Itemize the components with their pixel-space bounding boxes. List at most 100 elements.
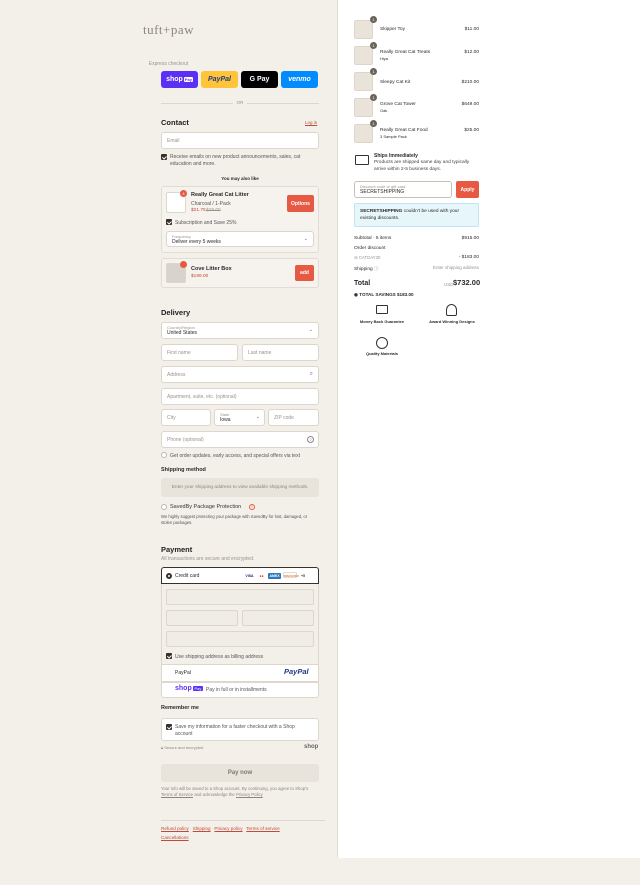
secure-note: 🔒︎ Secure and encrypted [161, 745, 204, 750]
upsell-add-button[interactable]: add [295, 265, 314, 281]
trophy-icon [446, 304, 457, 316]
billing-label: Use shipping address as billing address [175, 653, 264, 660]
store-logo[interactable]: tuft+paw [0, 22, 337, 38]
terms-of-service-link[interactable]: Terms of service [246, 826, 279, 831]
summary-footer-bg [337, 858, 640, 885]
divider-or: OR [236, 100, 244, 105]
paypal-label: PayPal [175, 670, 191, 676]
more-cards-badge: +5 [299, 573, 307, 579]
cart-item-thumb [354, 98, 373, 117]
privacy-link[interactable]: Privacy Policy [236, 792, 263, 797]
zip-field[interactable]: ZIP code [268, 409, 319, 426]
shipping-link[interactable]: Shipping [193, 826, 211, 831]
payment-subtitle: All transactions are secure and encrypte… [161, 556, 255, 562]
upsell-badge: 4 [180, 190, 187, 197]
mastercard-icon: ●● [257, 573, 266, 579]
cart-item-name: Really Great Cat Food [380, 128, 428, 133]
legal-text: Your info will be saved to a Shop accoun… [161, 786, 309, 797]
phone-field[interactable]: Phone (optional) ? [161, 431, 319, 448]
expiry-field[interactable] [166, 610, 238, 626]
email-field[interactable]: Email [161, 132, 319, 149]
qty-badge: 1 [370, 68, 377, 75]
discount-field[interactable]: Discount code or gift card SECRETSHIPPIN… [354, 181, 452, 198]
shop-pay-button[interactable]: shop Pay [161, 71, 198, 88]
billing-checkbox[interactable] [166, 653, 172, 659]
cart-item-price: $11.00 [464, 27, 479, 32]
gpay-button[interactable]: G Pay [241, 71, 278, 88]
truck-icon [355, 155, 369, 165]
search-icon: ⌕ [309, 371, 313, 377]
footer-divider [161, 820, 325, 821]
address-field[interactable]: Address ⌕ [161, 366, 319, 383]
name-on-card-field[interactable] [166, 631, 314, 647]
cart-item-price: $649.00 [461, 102, 479, 107]
paypal-logo: PayPal [284, 667, 309, 676]
upsell-2-price: $199.00 [191, 274, 209, 279]
chevron-down-icon: ⌄ [303, 236, 308, 242]
first-name-field[interactable]: First name [161, 344, 238, 361]
order-discount-label: Order discount [354, 246, 386, 251]
login-link[interactable]: Log in [305, 120, 317, 125]
cart-item-variant: Hiya [380, 56, 389, 61]
cart-item-name: Skipper Toy [380, 27, 405, 32]
upsell-title: You may also like [221, 176, 259, 181]
venmo-button[interactable]: venmo [281, 71, 318, 88]
shipping-method-notice: Enter your shipping address to view avai… [161, 478, 319, 497]
sms-checkbox[interactable] [161, 452, 167, 458]
paypal-button[interactable]: PayPal [201, 71, 238, 88]
remember-title: Remember me [161, 705, 199, 711]
apartment-field[interactable]: Apartment, suite, etc. (optional) [161, 388, 319, 405]
pay-now-button[interactable]: Pay now [161, 764, 319, 782]
lock-icon: 🔒︎ [161, 745, 164, 750]
refund-policy-link[interactable]: Refund policy [161, 826, 189, 831]
apply-button[interactable]: Apply [456, 181, 479, 198]
shipping-method-title: Shipping method [161, 467, 206, 473]
tag-icon: ⊘ [354, 255, 358, 260]
visa-icon: VISA [245, 574, 254, 578]
tag-icon: ◉ [354, 292, 359, 297]
credit-card-radio[interactable] [166, 573, 172, 579]
subtotal-value: $915.00 [461, 236, 479, 241]
frequency-select[interactable]: Frequency Deliver every 5 weeks ⌄ [166, 231, 314, 247]
cart-item-variant: Oak [380, 108, 388, 113]
shop-logo: shop [304, 744, 319, 750]
chevron-down-icon: ⌄ [255, 414, 260, 420]
state-select[interactable]: State Iowa ⌄ [214, 409, 265, 426]
last-name-field[interactable]: Last name [242, 344, 319, 361]
upsell-2-badge-icon [180, 261, 187, 268]
savedby-checkbox[interactable] [161, 504, 167, 510]
cart-item-thumb [354, 124, 373, 143]
cancellations-link[interactable]: Cancellations [161, 835, 189, 840]
remember-checkbox[interactable] [166, 724, 172, 730]
footer-links: Refund policy Shipping Privacy policy Te… [161, 826, 280, 831]
privacy-policy-link[interactable]: Privacy policy [214, 826, 242, 831]
sms-label: Get order updates, early access, and spe… [170, 452, 300, 459]
cart-item-name: Grove Cat Tower [380, 102, 416, 107]
news-checkbox[interactable] [161, 154, 167, 160]
shoppay-pay-badge: Pay [193, 686, 203, 691]
subscribe-label: Subscription and Save 25% [175, 219, 237, 226]
contact-title: Contact [161, 118, 189, 127]
upsell-options-button[interactable]: Options [287, 195, 314, 212]
cart-item-price: $25.00 [464, 128, 479, 133]
discount-code-tag: ⊘ CATDAY30 [354, 255, 381, 260]
card-number-field[interactable] [166, 589, 314, 605]
discover-icon: DISCOVER [283, 572, 299, 578]
remember-label: Save my information for a faster checkou… [175, 724, 295, 737]
help-icon[interactable]: ? [307, 436, 314, 443]
qty-badge: 1 [370, 16, 377, 23]
upsell-1-compare: $29.00 [206, 208, 221, 213]
info-icon[interactable]: ⓘ [374, 267, 379, 272]
news-label: Receive emails on new product announceme… [170, 154, 301, 167]
shipping-value: Enter shipping address [432, 265, 479, 270]
info-icon[interactable]: ? [249, 504, 255, 510]
cart-item-thumb [354, 20, 373, 39]
country-select[interactable]: Country/Region United States ⌄ [161, 322, 319, 339]
security-code-field[interactable] [242, 610, 314, 626]
subscribe-checkbox[interactable] [166, 219, 172, 225]
divider-right [247, 103, 319, 104]
terms-link[interactable]: Terms of Service [161, 792, 193, 797]
upsell-1-variant: Charcoal / 1-Pack [191, 201, 231, 207]
city-field[interactable]: City [161, 409, 211, 426]
trust-award: Award Winning Designs [429, 319, 475, 324]
